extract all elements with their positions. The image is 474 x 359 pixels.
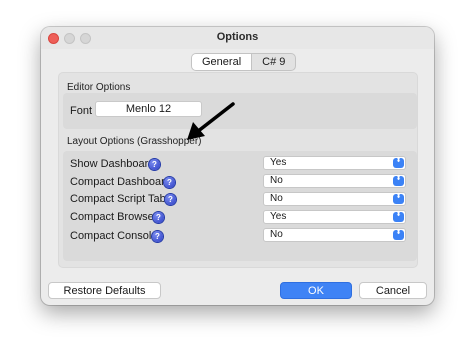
annotation-arrow-icon [187,102,235,140]
tab-csharp9[interactable]: C# 9 [252,54,295,70]
help-icon[interactable]: ? [165,194,176,205]
help-icon[interactable]: ? [152,231,163,242]
help-icon[interactable]: ? [164,177,175,188]
cancel-button[interactable]: Cancel [359,282,427,299]
select-value: Yes [270,211,287,222]
select-arrows-icon: ⬍ [393,175,404,186]
tab-general[interactable]: General [192,54,253,70]
editor-options-heading: Editor Options [67,82,131,93]
select-arrows-icon: ⬍ [393,229,404,240]
tab-bar: General C# 9 [191,53,297,71]
select-arrows-icon: ⬍ [393,157,404,168]
compact-console-label: Compact Console [70,230,158,242]
compact-console-select[interactable]: No ⬍ [263,228,406,242]
compact-dashboard-label: Compact Dashboard [70,176,171,188]
compact-dashboard-select[interactable]: No ⬍ [263,174,406,188]
options-window: Options General C# 9 Editor Options Font… [41,27,434,305]
title-bar: Options [41,27,434,49]
help-icon[interactable]: ? [149,159,160,170]
window-title: Options [216,31,259,43]
help-icon[interactable]: ? [153,212,164,223]
font-label: Font [70,105,93,117]
compact-script-tabs-label: Compact Script Tabs [70,193,172,205]
select-value: No [270,229,283,240]
select-arrows-icon: ⬍ [393,193,404,204]
select-value: No [270,175,283,186]
compact-script-tabs-select[interactable]: No ⬍ [263,192,406,206]
ok-button[interactable]: OK [280,282,352,299]
layout-options-heading: Layout Options (Grasshopper) [67,136,202,147]
show-dashboard-label: Show Dashboard [70,158,155,170]
select-value: Yes [270,157,287,168]
show-dashboard-select[interactable]: Yes ⬍ [263,156,406,170]
select-value: No [270,193,283,204]
compact-browser-select[interactable]: Yes ⬍ [263,210,406,224]
compact-browser-label: Compact Browser [70,211,158,223]
restore-defaults-button[interactable]: Restore Defaults [48,282,161,299]
select-arrows-icon: ⬍ [393,211,404,222]
